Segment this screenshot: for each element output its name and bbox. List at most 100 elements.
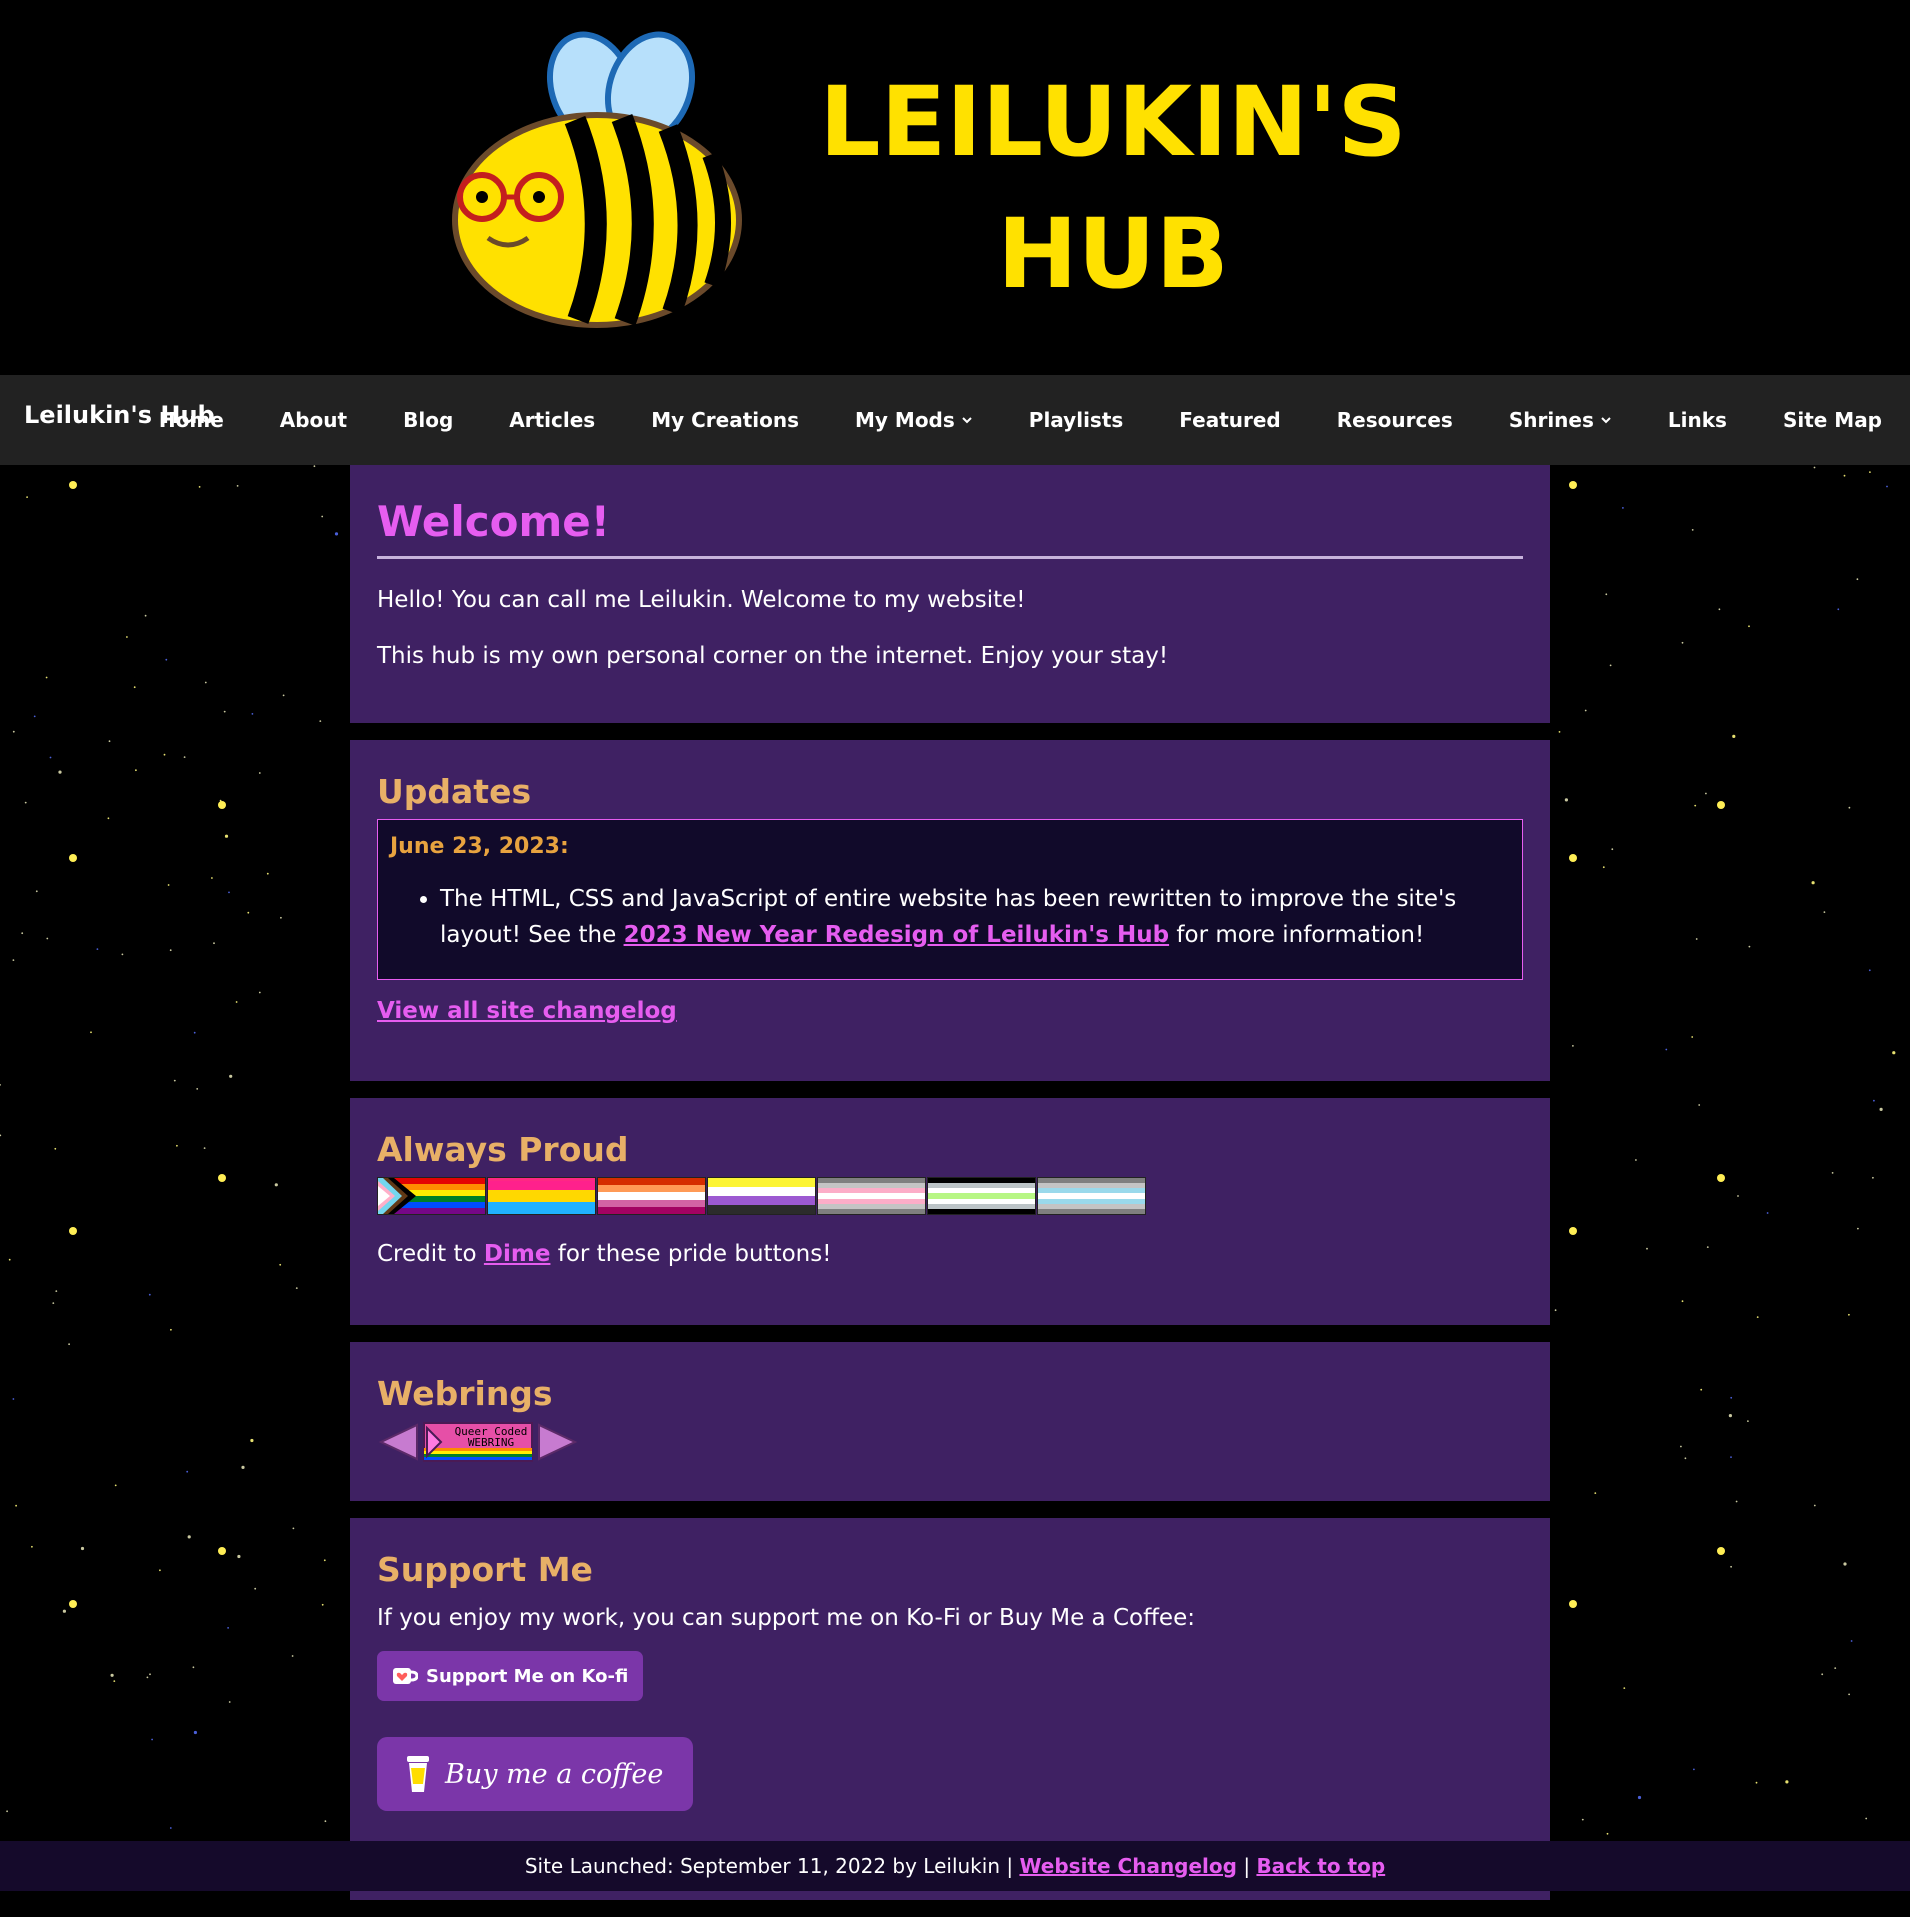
star: [1813, 466, 1816, 469]
demiboy-flag-button[interactable]: [1037, 1177, 1146, 1215]
star: [35, 890, 38, 893]
star: [1691, 529, 1694, 531]
redesign-link[interactable]: 2023 New Year Redesign of Leilukin's Hub: [624, 922, 1170, 948]
coffee-cup-icon: [407, 1756, 429, 1792]
star: [163, 753, 166, 756]
agender-flag-button[interactable]: [927, 1177, 1036, 1215]
support-title: Support Me: [377, 1550, 593, 1589]
star: [1831, 1172, 1834, 1174]
welcome-paragraph-1: Hello! You can call me Leilukin. Welcome…: [377, 587, 1026, 613]
star: [1879, 1107, 1883, 1111]
star: [223, 710, 226, 713]
kofi-button[interactable]: Support Me on Ko-fi: [377, 1651, 644, 1701]
nav-item-home[interactable]: Home: [159, 408, 224, 432]
webrings-title: Webrings: [377, 1374, 553, 1413]
star: [280, 916, 282, 919]
star: [1872, 1176, 1874, 1179]
star: [1572, 1045, 1574, 1047]
star: [45, 676, 48, 679]
star: [169, 949, 172, 952]
star: [1857, 1227, 1859, 1230]
webring-previous-arrow-icon[interactable]: [377, 1421, 419, 1463]
bright-star: [69, 1600, 77, 1608]
lesbian-flag-button[interactable]: [597, 1177, 706, 1215]
webring-next-arrow-icon[interactable]: [537, 1421, 579, 1463]
star: [292, 1527, 295, 1530]
bee-mascot-icon: [452, 31, 742, 328]
star: [96, 948, 99, 950]
star: [193, 1031, 196, 1034]
queer-coded-webring: Queer Coded WEBRING: [377, 1421, 1523, 1463]
nav-item-shrines[interactable]: Shrines: [1509, 408, 1612, 432]
bright-star: [1569, 481, 1577, 489]
star: [21, 932, 24, 935]
progress-pride-flag-button[interactable]: [377, 1177, 486, 1215]
star: [1821, 1673, 1824, 1676]
nav-item-resources[interactable]: Resources: [1337, 408, 1453, 432]
main-content: Welcome! Hello! You can call me Leilukin…: [350, 465, 1550, 1917]
always-proud-section: Always Proud Credit to Dime for these pr…: [350, 1098, 1550, 1325]
bright-star: [218, 1547, 226, 1555]
pansexual-flag-button[interactable]: [487, 1177, 596, 1215]
star: [193, 1730, 197, 1735]
star: [1730, 1456, 1732, 1458]
footer-launch-text: Site Launched: September 11, 2022 by Lei…: [524, 1854, 1020, 1878]
back-to-top-link[interactable]: Back to top: [1256, 1854, 1385, 1878]
nav-item-about[interactable]: About: [280, 408, 347, 432]
star: [1637, 1795, 1642, 1800]
nav-item-links[interactable]: Links: [1668, 408, 1727, 432]
dime-credit-link[interactable]: Dime: [484, 1241, 551, 1267]
chevron-down-icon: [1601, 417, 1611, 424]
star: [196, 1088, 199, 1090]
star: [173, 1079, 176, 1082]
star: [1706, 1246, 1709, 1248]
star: [121, 953, 124, 956]
bright-star: [218, 1174, 226, 1182]
webrings-section: Webrings Queer Coded WEBRING: [350, 1342, 1550, 1501]
star: [187, 1535, 191, 1539]
star: [198, 486, 201, 488]
star: [26, 496, 28, 498]
star: [237, 1554, 241, 1559]
star: [1869, 471, 1871, 473]
star: [1856, 578, 1859, 581]
footer-changelog-link[interactable]: Website Changelog: [1019, 1854, 1237, 1878]
star: [211, 877, 213, 879]
nav-item-playlists[interactable]: Playlists: [1029, 408, 1124, 432]
pride-credit: Credit to Dime for these pride buttons!: [377, 1241, 832, 1267]
star: [323, 1559, 326, 1562]
nav-item-my-creations[interactable]: My Creations: [651, 408, 799, 432]
star: [1554, 1309, 1557, 1312]
nonbinary-flag-button[interactable]: [707, 1177, 816, 1215]
star: [228, 891, 230, 894]
star: [1681, 641, 1684, 644]
star: [165, 658, 168, 661]
nav-item-site-map[interactable]: Site Map: [1783, 408, 1882, 432]
support-text: If you enjoy my work, you can support me…: [377, 1605, 1195, 1631]
star: [183, 756, 186, 758]
star: [1698, 1104, 1701, 1106]
star: [1705, 792, 1707, 795]
star: [254, 1587, 257, 1590]
nav-item-my-mods[interactable]: My Mods: [855, 408, 973, 432]
star: [334, 532, 339, 536]
star: [146, 1676, 149, 1679]
star: [6, 1810, 8, 1813]
nav-item-blog[interactable]: Blog: [403, 408, 453, 432]
nav-item-featured[interactable]: Featured: [1179, 408, 1280, 432]
star: [1834, 1667, 1837, 1669]
bright-star: [1569, 1227, 1577, 1235]
view-changelog-link[interactable]: View all site changelog: [377, 998, 677, 1024]
star: [1611, 848, 1614, 851]
star: [1737, 1195, 1739, 1197]
demigirl-flag-button[interactable]: [817, 1177, 926, 1215]
nav-item-articles[interactable]: Articles: [509, 408, 595, 432]
buy-me-a-coffee-button[interactable]: Buy me a coffee: [377, 1737, 694, 1811]
star: [236, 485, 239, 487]
star: [31, 1545, 33, 1548]
webring-badge[interactable]: Queer Coded WEBRING: [423, 1422, 533, 1462]
star: [126, 636, 128, 638]
star: [204, 681, 207, 684]
star: [1756, 1316, 1759, 1318]
star: [62, 1609, 66, 1613]
